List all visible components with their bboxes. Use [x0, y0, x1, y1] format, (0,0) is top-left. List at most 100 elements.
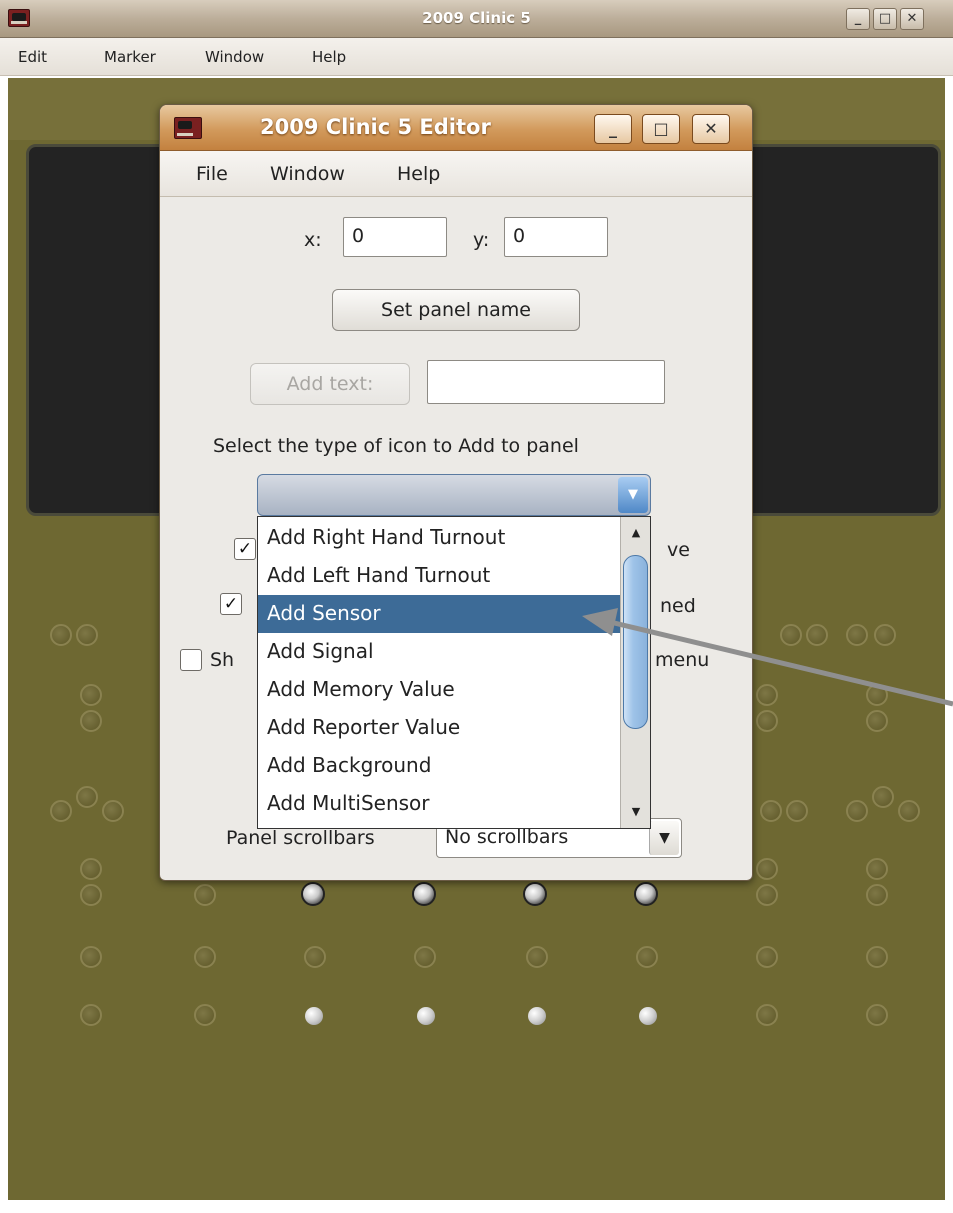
maximize-button[interactable]: □ [873, 8, 897, 30]
panel-hole [866, 884, 888, 906]
panel-hole [636, 946, 658, 968]
panel-hole [866, 858, 888, 880]
panel-hole [874, 624, 896, 646]
close-button[interactable]: ✕ [900, 8, 924, 30]
panel-hole [80, 946, 102, 968]
editor-menu-help[interactable]: Help [397, 163, 440, 185]
panel-hole [102, 800, 124, 822]
dropdown-scrollbar[interactable]: ▲ ▼ [620, 517, 650, 828]
checkbox-3-label-prefix: Sh [210, 649, 235, 671]
panel-hole [866, 684, 888, 706]
panel-hole [756, 710, 778, 732]
panel-hole [786, 800, 808, 822]
y-field[interactable]: 0 [504, 217, 608, 257]
panel-hole [756, 858, 778, 880]
sensor-indicator[interactable] [639, 1007, 657, 1025]
panel-hole [756, 684, 778, 706]
triangle-down-icon[interactable]: ▼ [621, 796, 651, 828]
checkbox-3[interactable] [180, 649, 202, 671]
editor-menubar: File Window Help [160, 151, 752, 197]
menu-marker[interactable]: Marker [104, 48, 156, 66]
outer-menubar: Edit Marker Window Help [0, 38, 953, 76]
panel-hole [80, 710, 102, 732]
turnout-led[interactable] [412, 882, 436, 906]
turnout-led[interactable] [301, 882, 325, 906]
window-title: 2009 Clinic 5 [422, 9, 531, 27]
checkbox-3-label-tail: menu [655, 649, 710, 671]
editor-close-button[interactable]: ✕ [692, 114, 730, 144]
set-panel-name-button[interactable]: Set panel name [332, 289, 580, 331]
sensor-indicator[interactable] [305, 1007, 323, 1025]
scrollbar-thumb[interactable] [623, 555, 648, 729]
checkbox-1[interactable]: ✓ [234, 538, 256, 560]
add-text-button[interactable]: Add text: [250, 363, 410, 405]
dropdown-option[interactable]: Add MultiSensor [258, 785, 620, 823]
panel-hole [50, 624, 72, 646]
panel-hole [846, 624, 868, 646]
panel-hole [756, 946, 778, 968]
sensor-indicator[interactable] [528, 1007, 546, 1025]
chevron-down-icon: ▼ [618, 477, 648, 513]
turnout-led[interactable] [634, 882, 658, 906]
panel-hole [780, 624, 802, 646]
check-icon: ✓ [237, 539, 253, 559]
scrollbars-label: Panel scrollbars [226, 827, 375, 849]
scrollbars-combo-value: No scrollbars [445, 826, 569, 848]
editor-menu-window[interactable]: Window [270, 163, 345, 185]
panel-hole [80, 884, 102, 906]
x-field[interactable]: 0 [343, 217, 447, 257]
menu-window[interactable]: Window [205, 48, 264, 66]
panel-hole [872, 786, 894, 808]
locomotive-icon [174, 117, 202, 139]
panel-hole [806, 624, 828, 646]
dropdown-option[interactable]: Add Left Hand Turnout [258, 557, 620, 595]
panel-hole [76, 786, 98, 808]
icon-type-combo[interactable]: ▼ [257, 474, 651, 516]
panel-hole [898, 800, 920, 822]
chevron-down-icon: ▼ [649, 821, 679, 855]
editor-minimize-button[interactable]: _ [594, 114, 632, 144]
panel-hole [866, 1004, 888, 1026]
editor-titlebar[interactable]: 2009 Clinic 5 Editor _ □ ✕ [160, 105, 752, 151]
checkbox-2-label-tail: ned [660, 595, 696, 617]
panel-hole [194, 884, 216, 906]
add-text-field[interactable] [427, 360, 665, 404]
sensor-indicator[interactable] [417, 1007, 435, 1025]
panel-hole [194, 1004, 216, 1026]
dropdown-option[interactable]: Add Background [258, 747, 620, 785]
dropdown-option[interactable]: Add Memory Value [258, 671, 620, 709]
panel-hole [194, 946, 216, 968]
editor-title: 2009 Clinic 5 Editor [260, 115, 491, 139]
panel-hole [80, 684, 102, 706]
panel-hole [756, 884, 778, 906]
panel-hole [526, 946, 548, 968]
checkbox-2[interactable]: ✓ [220, 593, 242, 615]
panel-hole [846, 800, 868, 822]
panel-hole [80, 1004, 102, 1026]
panel-hole [304, 946, 326, 968]
x-label: x: [304, 229, 322, 251]
menu-edit[interactable]: Edit [18, 48, 47, 66]
dropdown-option[interactable]: Add Right Hand Turnout [258, 519, 620, 557]
panel-hole [866, 710, 888, 732]
icon-type-dropdown[interactable]: Add Right Hand Turnout Add Left Hand Tur… [257, 516, 651, 829]
panel-hole [50, 800, 72, 822]
panel-hole [80, 858, 102, 880]
turnout-led[interactable] [523, 882, 547, 906]
editor-menu-file[interactable]: File [196, 163, 228, 185]
minimize-button[interactable]: _ [846, 8, 870, 30]
panel-hole [756, 1004, 778, 1026]
y-label: y: [473, 229, 490, 251]
panel-hole [76, 624, 98, 646]
dropdown-option[interactable]: Add Reporter Value [258, 709, 620, 747]
check-icon: ✓ [223, 594, 239, 614]
triangle-up-icon[interactable]: ▲ [621, 517, 651, 549]
editor-maximize-button[interactable]: □ [642, 114, 680, 144]
dropdown-option-selected[interactable]: Add Sensor [258, 595, 620, 633]
menu-help[interactable]: Help [312, 48, 346, 66]
panel-hole [866, 946, 888, 968]
icon-type-label: Select the type of icon to Add to panel [213, 435, 579, 457]
outer-titlebar[interactable]: 2009 Clinic 5 _ □ ✕ [0, 0, 953, 38]
dropdown-option[interactable]: Add Signal [258, 633, 620, 671]
checkbox-1-label-tail: ve [667, 539, 690, 561]
